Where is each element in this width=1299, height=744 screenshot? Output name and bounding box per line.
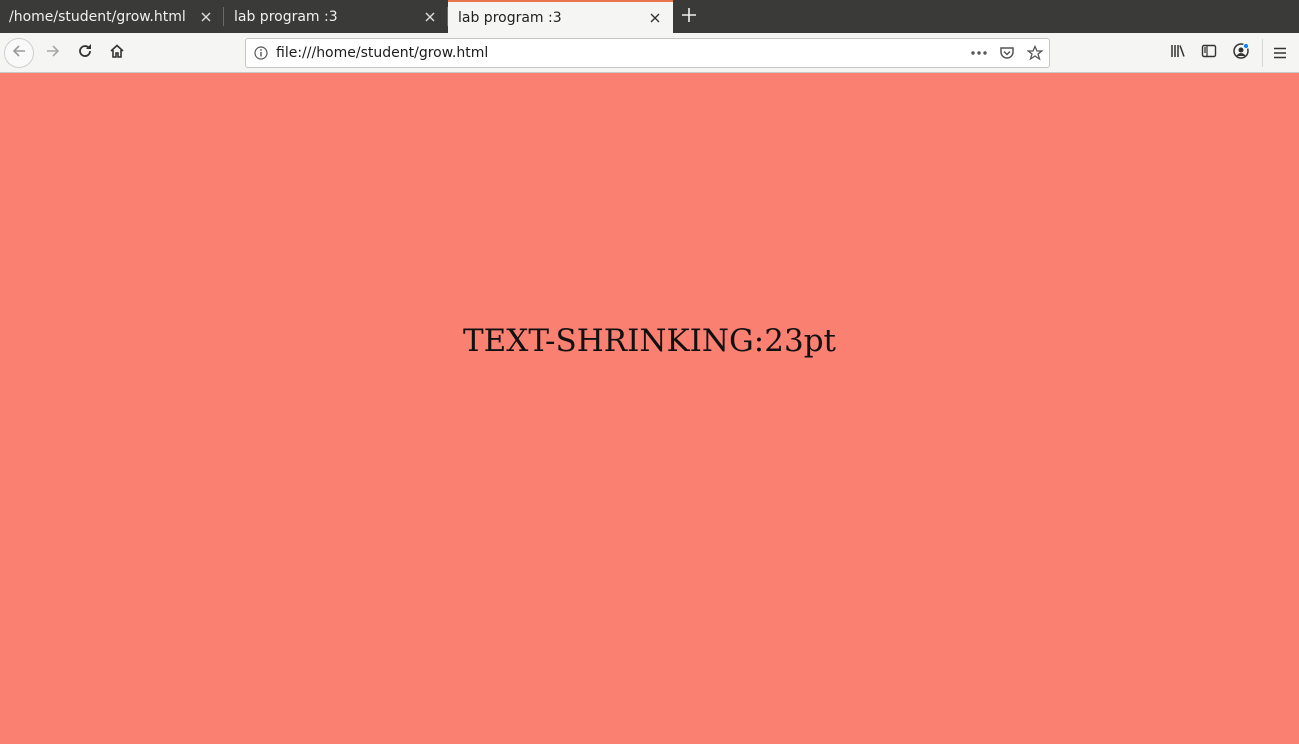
tab-lab-program-1[interactable]: lab program :3	[224, 0, 448, 33]
info-icon[interactable]	[246, 46, 276, 60]
tab-label: /home/student/grow.html	[9, 8, 186, 25]
home-button[interactable]	[101, 37, 133, 69]
tab-label: lab program :3	[458, 9, 562, 26]
back-arrow-icon	[11, 43, 27, 63]
library-button[interactable]	[1162, 37, 1194, 69]
tab-grow-html[interactable]: /home/student/grow.html	[0, 0, 224, 33]
tab-label: lab program :3	[234, 8, 338, 25]
menu-button[interactable]	[1264, 37, 1296, 69]
forward-button[interactable]	[37, 37, 69, 69]
more-dots-icon[interactable]	[965, 39, 993, 67]
new-tab-button[interactable]	[673, 0, 705, 33]
home-icon	[109, 43, 125, 63]
plus-icon	[682, 7, 696, 26]
sidebar-button[interactable]	[1193, 37, 1225, 69]
hamburger-menu-icon	[1273, 44, 1287, 63]
pocket-icon[interactable]	[993, 39, 1021, 67]
forward-arrow-icon	[45, 43, 61, 63]
tab-strip: /home/student/grow.html lab program :3 l…	[0, 0, 1299, 33]
reload-icon	[77, 43, 93, 63]
url-text[interactable]: file:///home/student/grow.html	[276, 45, 965, 61]
address-bar[interactable]: file:///home/student/grow.html	[245, 38, 1050, 68]
library-icon	[1170, 43, 1186, 63]
close-icon[interactable]	[422, 9, 438, 25]
back-button[interactable]	[4, 38, 34, 68]
page-message: TEXT-SHRINKING:23pt	[463, 323, 836, 359]
reload-button[interactable]	[69, 37, 101, 69]
close-icon[interactable]	[647, 10, 663, 26]
close-icon[interactable]	[198, 9, 214, 25]
star-icon[interactable]	[1021, 39, 1049, 67]
page-content: TEXT-SHRINKING:23pt	[0, 73, 1299, 744]
sidebar-icon	[1201, 43, 1217, 63]
account-icon	[1232, 42, 1250, 64]
account-button[interactable]	[1225, 37, 1257, 69]
toolbar-divider	[1262, 39, 1263, 67]
tab-lab-program-active[interactable]: lab program :3	[448, 0, 673, 33]
navigation-toolbar: file:///home/student/grow.html	[0, 33, 1299, 73]
